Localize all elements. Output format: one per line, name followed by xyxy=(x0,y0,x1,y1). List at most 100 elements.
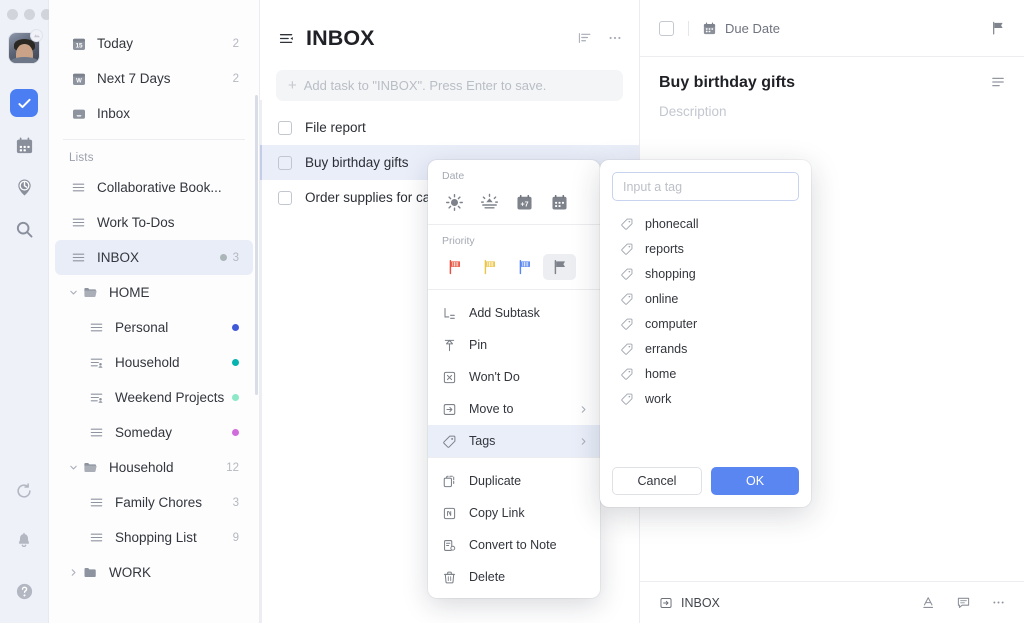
tomorrow-sunrise-icon[interactable] xyxy=(473,189,506,215)
task-checkbox[interactable] xyxy=(278,121,292,135)
detail-complete-checkbox[interactable] xyxy=(659,21,674,36)
svg-text:W: W xyxy=(76,78,82,84)
task-menu-icon[interactable] xyxy=(990,74,1006,90)
tag-option[interactable]: work xyxy=(612,386,799,411)
context-item-duplicate[interactable]: Duplicate xyxy=(428,465,600,497)
sidebar-item-household[interactable]: Household xyxy=(55,345,253,380)
more-horizontal-icon[interactable] xyxy=(607,30,623,46)
tag-option[interactable]: errands xyxy=(612,336,799,361)
task-context-menu: Date +7 Priority Add SubtaskPinWon't DoM… xyxy=(428,160,600,598)
next-week-icon[interactable]: +7 xyxy=(508,189,541,215)
sidebar-item-label: INBOX xyxy=(97,250,214,265)
sidebar-item-work[interactable]: WORK xyxy=(55,555,253,590)
context-item-convert-to-note[interactable]: Convert to Note xyxy=(428,529,600,561)
task-row[interactable]: File report xyxy=(260,110,639,145)
priority-none-flag-icon[interactable] xyxy=(543,254,576,280)
list-icon xyxy=(69,215,88,230)
more-horizontal-icon[interactable] xyxy=(991,595,1006,610)
tag-icon xyxy=(620,342,637,356)
sidebar-item-personal[interactable]: Personal xyxy=(55,310,253,345)
avatar-premium-badge-icon xyxy=(30,29,43,42)
close-window-button[interactable] xyxy=(7,9,18,20)
ok-button[interactable]: OK xyxy=(711,467,799,495)
folder-closed-icon xyxy=(81,565,100,580)
task-checkbox[interactable] xyxy=(278,156,292,170)
context-item-move-to[interactable]: Move to xyxy=(428,393,600,425)
sidebar-item-pomodoro[interactable] xyxy=(10,173,38,201)
detail-project-button[interactable]: INBOX xyxy=(659,596,720,610)
detail-description-input[interactable]: Description xyxy=(640,92,1024,119)
tags-popover-footer: Cancel OK xyxy=(612,467,799,495)
avatar[interactable] xyxy=(9,33,39,63)
text-format-icon[interactable] xyxy=(921,595,936,610)
cancel-button[interactable]: Cancel xyxy=(612,467,702,495)
notification-button[interactable] xyxy=(10,527,38,555)
list-icon xyxy=(87,425,106,440)
due-date-label: Due Date xyxy=(725,21,780,36)
context-item-pin[interactable]: Pin xyxy=(428,329,600,361)
sidebar-item-family-chores[interactable]: Family Chores3 xyxy=(55,485,253,520)
tag-search-input[interactable]: Input a tag xyxy=(612,172,799,201)
today-sun-icon[interactable] xyxy=(438,189,471,215)
sidebar-item-calendar[interactable] xyxy=(10,131,38,159)
sidebar-item-someday[interactable]: Someday xyxy=(55,415,253,450)
minimize-window-button[interactable] xyxy=(24,9,35,20)
sidebar-item-today[interactable]: 15 Today 2 xyxy=(55,26,253,61)
tag-option[interactable]: computer xyxy=(612,311,799,336)
tag-option[interactable]: online xyxy=(612,286,799,311)
sidebar-item-work-to-dos[interactable]: Work To-Dos xyxy=(55,205,253,240)
inbox-icon xyxy=(69,106,88,122)
pomodoro-icon xyxy=(15,178,34,197)
context-item-won-t-do[interactable]: Won't Do xyxy=(428,361,600,393)
sidebar-item-tasks[interactable] xyxy=(10,89,38,117)
due-date-button[interactable]: Due Date xyxy=(702,21,780,36)
delete-icon xyxy=(442,570,460,585)
sidebar-item-collaborative-book[interactable]: Collaborative Book... xyxy=(55,170,253,205)
context-item-label: Add Subtask xyxy=(469,306,588,320)
priority-high-flag-icon[interactable] xyxy=(438,254,471,280)
sidebar-item-home[interactable]: HOME xyxy=(55,275,253,310)
tag-option[interactable]: phonecall xyxy=(612,211,799,236)
sidebar-item-inbox[interactable]: Inbox xyxy=(55,96,253,131)
chevron-right-icon[interactable] xyxy=(67,568,79,577)
list-header: INBOX xyxy=(260,19,639,57)
sidebar-item-inbox[interactable]: INBOX3 xyxy=(55,240,253,275)
add-task-input[interactable]: + Add task to "INBOX". Press Enter to sa… xyxy=(276,70,623,101)
sidebar-item-search[interactable] xyxy=(10,215,38,243)
sidebar-item-shopping-list[interactable]: Shopping List9 xyxy=(55,520,253,555)
tag-option[interactable]: reports xyxy=(612,236,799,261)
task-checkbox[interactable] xyxy=(278,191,292,205)
tag-icon xyxy=(620,392,637,406)
comment-icon[interactable] xyxy=(956,595,971,610)
custom-date-icon[interactable] xyxy=(543,189,576,215)
sidebar-scrollbar[interactable] xyxy=(255,95,258,395)
chevron-down-icon[interactable] xyxy=(67,463,79,472)
priority-medium-flag-icon[interactable] xyxy=(473,254,506,280)
priority-low-flag-icon[interactable] xyxy=(508,254,541,280)
flag-icon[interactable] xyxy=(990,20,1006,36)
sync-button[interactable] xyxy=(10,477,38,505)
help-button[interactable] xyxy=(10,577,38,605)
context-priority-icons xyxy=(428,247,600,289)
context-item-copy-link[interactable]: Copy Link xyxy=(428,497,600,529)
sidebar-item-label: Collaborative Book... xyxy=(97,180,239,195)
calendar-icon xyxy=(702,21,717,36)
convert-to-note-icon xyxy=(442,538,460,553)
sidebar-item-weekend-projects[interactable]: Weekend Projects xyxy=(55,380,253,415)
detail-task-title[interactable]: Buy birthday gifts xyxy=(659,74,990,92)
chevron-down-icon[interactable] xyxy=(67,288,79,297)
sync-icon xyxy=(15,482,33,500)
context-item-add-subtask[interactable]: Add Subtask xyxy=(428,297,600,329)
calendar-icon xyxy=(15,136,34,155)
tag-option[interactable]: shopping xyxy=(612,261,799,286)
context-item-delete[interactable]: Delete xyxy=(428,561,600,593)
context-item-tags[interactable]: Tags xyxy=(428,425,600,457)
tag-option[interactable]: home xyxy=(612,361,799,386)
collapse-panel-icon[interactable] xyxy=(278,30,295,47)
tag-option-label: reports xyxy=(645,242,684,256)
sort-icon[interactable] xyxy=(577,30,593,46)
list-color-dot xyxy=(232,359,239,366)
sidebar-item-household[interactable]: Household12 xyxy=(55,450,253,485)
sidebar-item-next-7-days[interactable]: W Next 7 Days 2 xyxy=(55,61,253,96)
context-menu-group-a: Add Subtask PinWon't DoMove toTags xyxy=(428,290,600,457)
